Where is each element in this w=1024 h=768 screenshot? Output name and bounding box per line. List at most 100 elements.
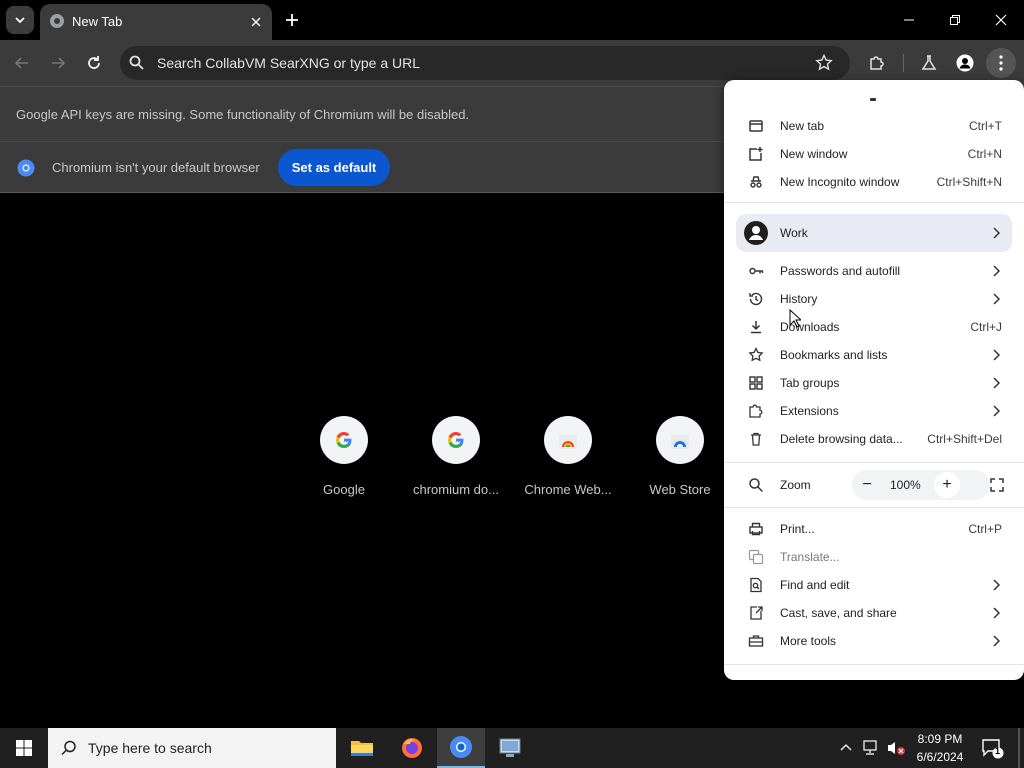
menu-item-label: Translate...: [780, 550, 840, 564]
menu-item-translate[interactable]: Translate...: [724, 543, 1024, 571]
menu-separator: [724, 202, 1024, 203]
avatar-icon: [744, 221, 768, 245]
omnibox[interactable]: Search CollabVM SearXNG or type a URL: [120, 46, 850, 80]
tab-strip: New Tab: [0, 0, 1024, 40]
reload-icon: [88, 56, 100, 69]
extensions-button[interactable]: [862, 48, 892, 78]
fullscreen-button[interactable]: [984, 472, 1010, 498]
menu-item-downloads[interactable]: Downloads Ctrl+J: [724, 313, 1024, 341]
chevron-right-icon: [993, 227, 1000, 239]
menu-item-zoom: Zoom − 100% +: [724, 470, 1024, 500]
kebab-icon: [999, 55, 1003, 71]
star-icon: [748, 347, 764, 362]
menu-item-tab-groups[interactable]: Tab groups: [724, 369, 1024, 397]
show-hidden-icons-button[interactable]: [838, 740, 854, 756]
menu-separator: [724, 507, 1024, 508]
chevron-right-icon: [993, 293, 1000, 305]
search-icon: [61, 740, 76, 756]
key-icon: [749, 267, 764, 275]
menu-item-label: Extensions: [780, 404, 839, 418]
taskbar-search-box[interactable]: Type here to search: [48, 728, 336, 768]
tab-new-tab[interactable]: New Tab: [40, 4, 272, 40]
menu-item-passwords[interactable]: Passwords and autofill: [724, 257, 1024, 285]
menu-item-new-tab[interactable]: New tab Ctrl+T: [724, 112, 1024, 140]
network-computer-icon: [499, 738, 521, 757]
bookmark-star-button[interactable]: [814, 53, 834, 73]
notification-center-button[interactable]: 1: [980, 736, 1004, 760]
menu-item-find-and-edit[interactable]: Find and edit: [724, 571, 1024, 599]
clock-date: 6/6/2024: [916, 750, 964, 764]
minimize-button[interactable]: [886, 0, 932, 40]
toolbar-divider: [903, 54, 904, 72]
zoom-in-button[interactable]: +: [934, 472, 960, 498]
windows-taskbar: Type here to search 8:09 PM 6/6/2024 1: [0, 728, 1024, 768]
menu-item-print[interactable]: Print... Ctrl+P: [724, 515, 1024, 543]
chromium-icon: [450, 736, 472, 758]
taskbar-chromium[interactable]: [437, 728, 485, 768]
menu-item-label: New Incognito window: [780, 175, 900, 189]
set-as-default-button[interactable]: Set as default: [278, 149, 390, 186]
forward-button[interactable]: [43, 48, 73, 78]
zoom-value: 100%: [890, 478, 921, 492]
puzzle-icon: [749, 404, 763, 418]
menu-item-delete-browsing-data[interactable]: Delete browsing data... Ctrl+Shift+Del: [724, 425, 1024, 453]
start-button[interactable]: [0, 728, 48, 768]
tab-title: New Tab: [72, 14, 123, 29]
restore-icon: [950, 15, 960, 25]
fullscreen-icon: [990, 478, 1004, 492]
close-window-button[interactable]: [978, 0, 1024, 40]
notification-icon: [982, 739, 1004, 759]
folder-icon: [351, 741, 373, 756]
app-menu: New tab Ctrl+T New window Ctrl+N New Inc…: [724, 80, 1024, 680]
chrome-labs-button[interactable]: [914, 48, 944, 78]
tab-search-button[interactable]: [6, 6, 34, 34]
profile-button[interactable]: [950, 48, 980, 78]
menu-item-profile-work[interactable]: Work: [736, 214, 1012, 252]
menu-item-more-tools[interactable]: More tools: [724, 627, 1024, 655]
show-desktop-button[interactable]: [1018, 728, 1020, 768]
taskbar-clock[interactable]: 8:09 PM 6/6/2024: [912, 730, 968, 766]
flask-icon: [921, 55, 937, 70]
taskbar-vm-app[interactable]: [486, 728, 534, 768]
taskbar-file-explorer[interactable]: [338, 728, 386, 768]
chevron-right-icon: [993, 265, 1000, 277]
menu-item-history[interactable]: History: [724, 285, 1024, 313]
chrome-web-store-icon: [544, 416, 592, 464]
menu-item-extensions[interactable]: Extensions: [724, 397, 1024, 425]
arrow-right-icon: [52, 57, 66, 69]
menu-item-label: Work: [780, 226, 808, 240]
taskbar-firefox[interactable]: [388, 728, 436, 768]
network-icon[interactable]: [862, 740, 880, 756]
toolbox-icon: [748, 635, 764, 647]
menu-item-label: Passwords and autofill: [780, 264, 901, 278]
chevron-right-icon: [993, 579, 1000, 591]
minimize-icon: [904, 19, 914, 21]
close-tab-button[interactable]: [246, 12, 266, 32]
menu-item-label: Zoom: [780, 478, 811, 492]
clock-time: 8:09 PM: [917, 732, 963, 746]
web-store-icon: [656, 416, 704, 464]
menu-item-bookmarks[interactable]: Bookmarks and lists: [724, 341, 1024, 369]
menu-item-shortcut: Ctrl+Shift+Del: [927, 432, 1002, 446]
chevron-right-icon: [993, 377, 1000, 389]
menu-button[interactable]: [986, 48, 1016, 78]
menu-item-new-window[interactable]: New window Ctrl+N: [724, 140, 1024, 168]
menu-item-label: Bookmarks and lists: [780, 348, 888, 362]
back-button[interactable]: [7, 48, 37, 78]
restore-button[interactable]: [932, 0, 978, 40]
zoom-out-button[interactable]: −: [854, 472, 880, 498]
volume-muted-icon[interactable]: [886, 740, 906, 756]
grid-icon: [749, 376, 763, 390]
menu-item-shortcut: Ctrl+P: [968, 522, 1002, 536]
new-tab-button[interactable]: [280, 8, 304, 32]
menu-item-new-incognito[interactable]: New Incognito window Ctrl+Shift+N: [724, 168, 1024, 196]
menu-item-cast-save-share[interactable]: Cast, save, and share: [724, 599, 1024, 627]
reload-button[interactable]: [79, 48, 109, 78]
api-keys-message: Google API keys are missing. Some functi…: [16, 107, 470, 122]
menu-separator: [724, 664, 1024, 665]
shortcut-label: Web Store: [649, 482, 711, 497]
chevron-right-icon: [993, 349, 1000, 361]
new-window-icon: [749, 147, 763, 161]
menu-item-label: History: [780, 292, 818, 306]
chromium-icon: [17, 159, 35, 177]
